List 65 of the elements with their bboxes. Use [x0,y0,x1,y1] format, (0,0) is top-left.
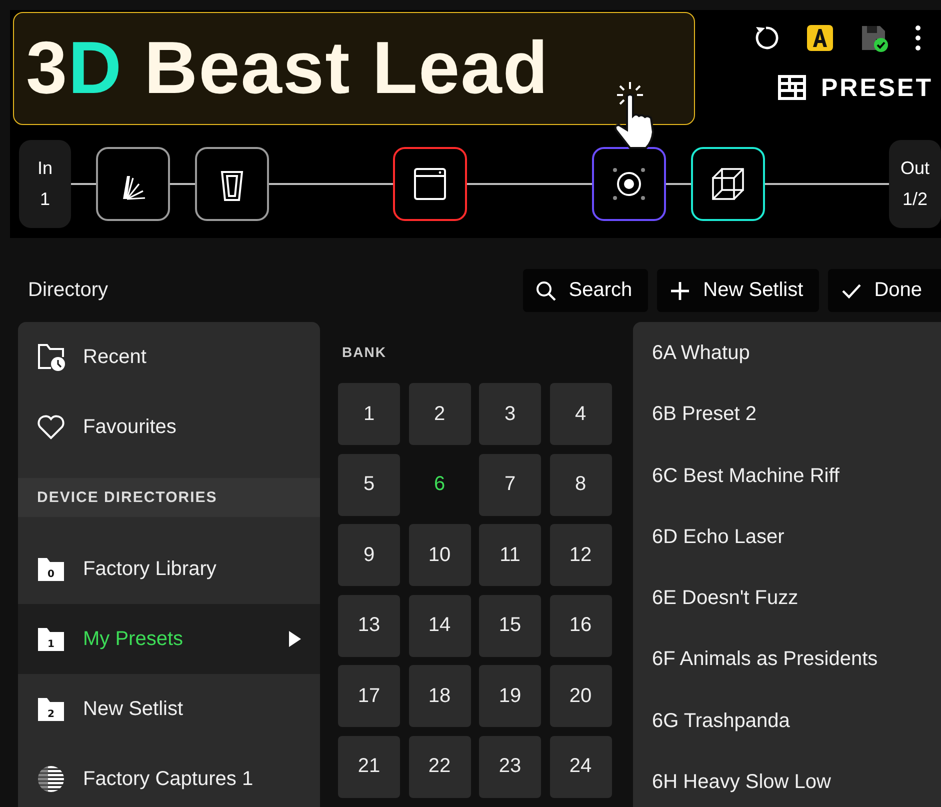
directory-item[interactable]: Factory Captures 1 [18,744,320,807]
bank-button[interactable]: 18 [408,665,470,727]
directory-item[interactable]: 1 My Presets [18,604,320,674]
preset-item[interactable]: 6D Echo Laser [633,506,941,568]
bank-button[interactable]: 23 [479,736,541,798]
bank-button[interactable]: 15 [479,594,541,656]
directory-item[interactable]: Favourites [18,392,320,462]
io-block[interactable]: Out 1/2 [888,140,941,228]
mode-label: PRESET [820,74,933,102]
bank-button[interactable]: 22 [408,736,470,798]
preset-item[interactable]: 6H Heavy Slow Low [633,751,941,807]
bank-button[interactable]: 7 [479,454,541,516]
bank-button[interactable]: 24 [550,736,612,798]
striped-circle-icon [37,765,65,793]
bank-button[interactable]: 4 [550,383,612,445]
more-menu-icon[interactable] [913,23,923,53]
preset-item[interactable]: 6E Doesn't Fuzz [633,567,941,628]
preset-name-field[interactable]: 3D Beast Lead [13,12,695,125]
io-block[interactable]: In 1 [19,140,71,228]
preset-item[interactable]: 6G Trashpanda [633,690,941,752]
directory-item[interactable]: Recent [18,322,320,392]
search-icon [534,280,557,302]
save-check-icon[interactable] [859,23,889,53]
bank-button[interactable]: 11 [479,524,541,586]
directory-item[interactable]: 2 New Setlist [18,674,320,744]
bank-button[interactable]: 8 [550,454,612,516]
preset-mode-button[interactable]: PRESET [776,73,933,103]
bank-button[interactable]: 13 [338,594,400,656]
bank-label: BANK [342,344,388,361]
directory-title: Directory [28,279,108,302]
bank-button[interactable]: 1 [338,383,400,445]
folder-clock-icon [37,343,65,371]
effect-block[interactable] [393,147,468,221]
effect-block[interactable] [195,147,270,221]
bank-button[interactable]: 3 [479,383,541,445]
bank-button[interactable]: 10 [408,524,470,586]
folder-number: 0 [48,569,54,580]
done-button[interactable]: Done [828,269,941,312]
bank-button[interactable]: 2 [408,383,470,445]
bank-button[interactable]: 12 [550,524,612,586]
letter-a-icon[interactable] [805,23,835,53]
section-header: DEVICE DIRECTORIES [18,478,320,517]
heart-icon [37,414,65,440]
preset-item[interactable]: 6C Best Machine Riff [633,444,941,506]
bank-button[interactable]: 20 [550,665,612,727]
bank-button[interactable]: 14 [408,594,470,656]
plus-icon [669,280,692,302]
bank-button[interactable]: 9 [338,524,400,586]
bank-button[interactable]: 5 [338,454,400,516]
bank-button[interactable]: 17 [338,665,400,727]
search-button[interactable]: Search [522,269,648,312]
preset-item[interactable]: 6B Preset 2 [633,383,941,445]
bank-button[interactable]: 19 [479,665,541,727]
folder-number: 1 [48,639,54,650]
add-button[interactable]: New Setlist [657,269,820,312]
effect-block[interactable] [592,147,666,221]
bank-button[interactable]: 16 [550,594,612,656]
effect-block[interactable] [96,147,170,221]
folder-number: 2 [48,709,54,720]
preset-item[interactable]: 6A Whatup [633,322,941,384]
triangle-right-icon [289,631,301,647]
preset-item[interactable]: 6F Animals as Presidents [633,628,941,690]
grid-icon [776,73,807,103]
directory-item[interactable]: 0 Factory Library [18,534,320,604]
bank-button[interactable]: 21 [338,736,400,798]
